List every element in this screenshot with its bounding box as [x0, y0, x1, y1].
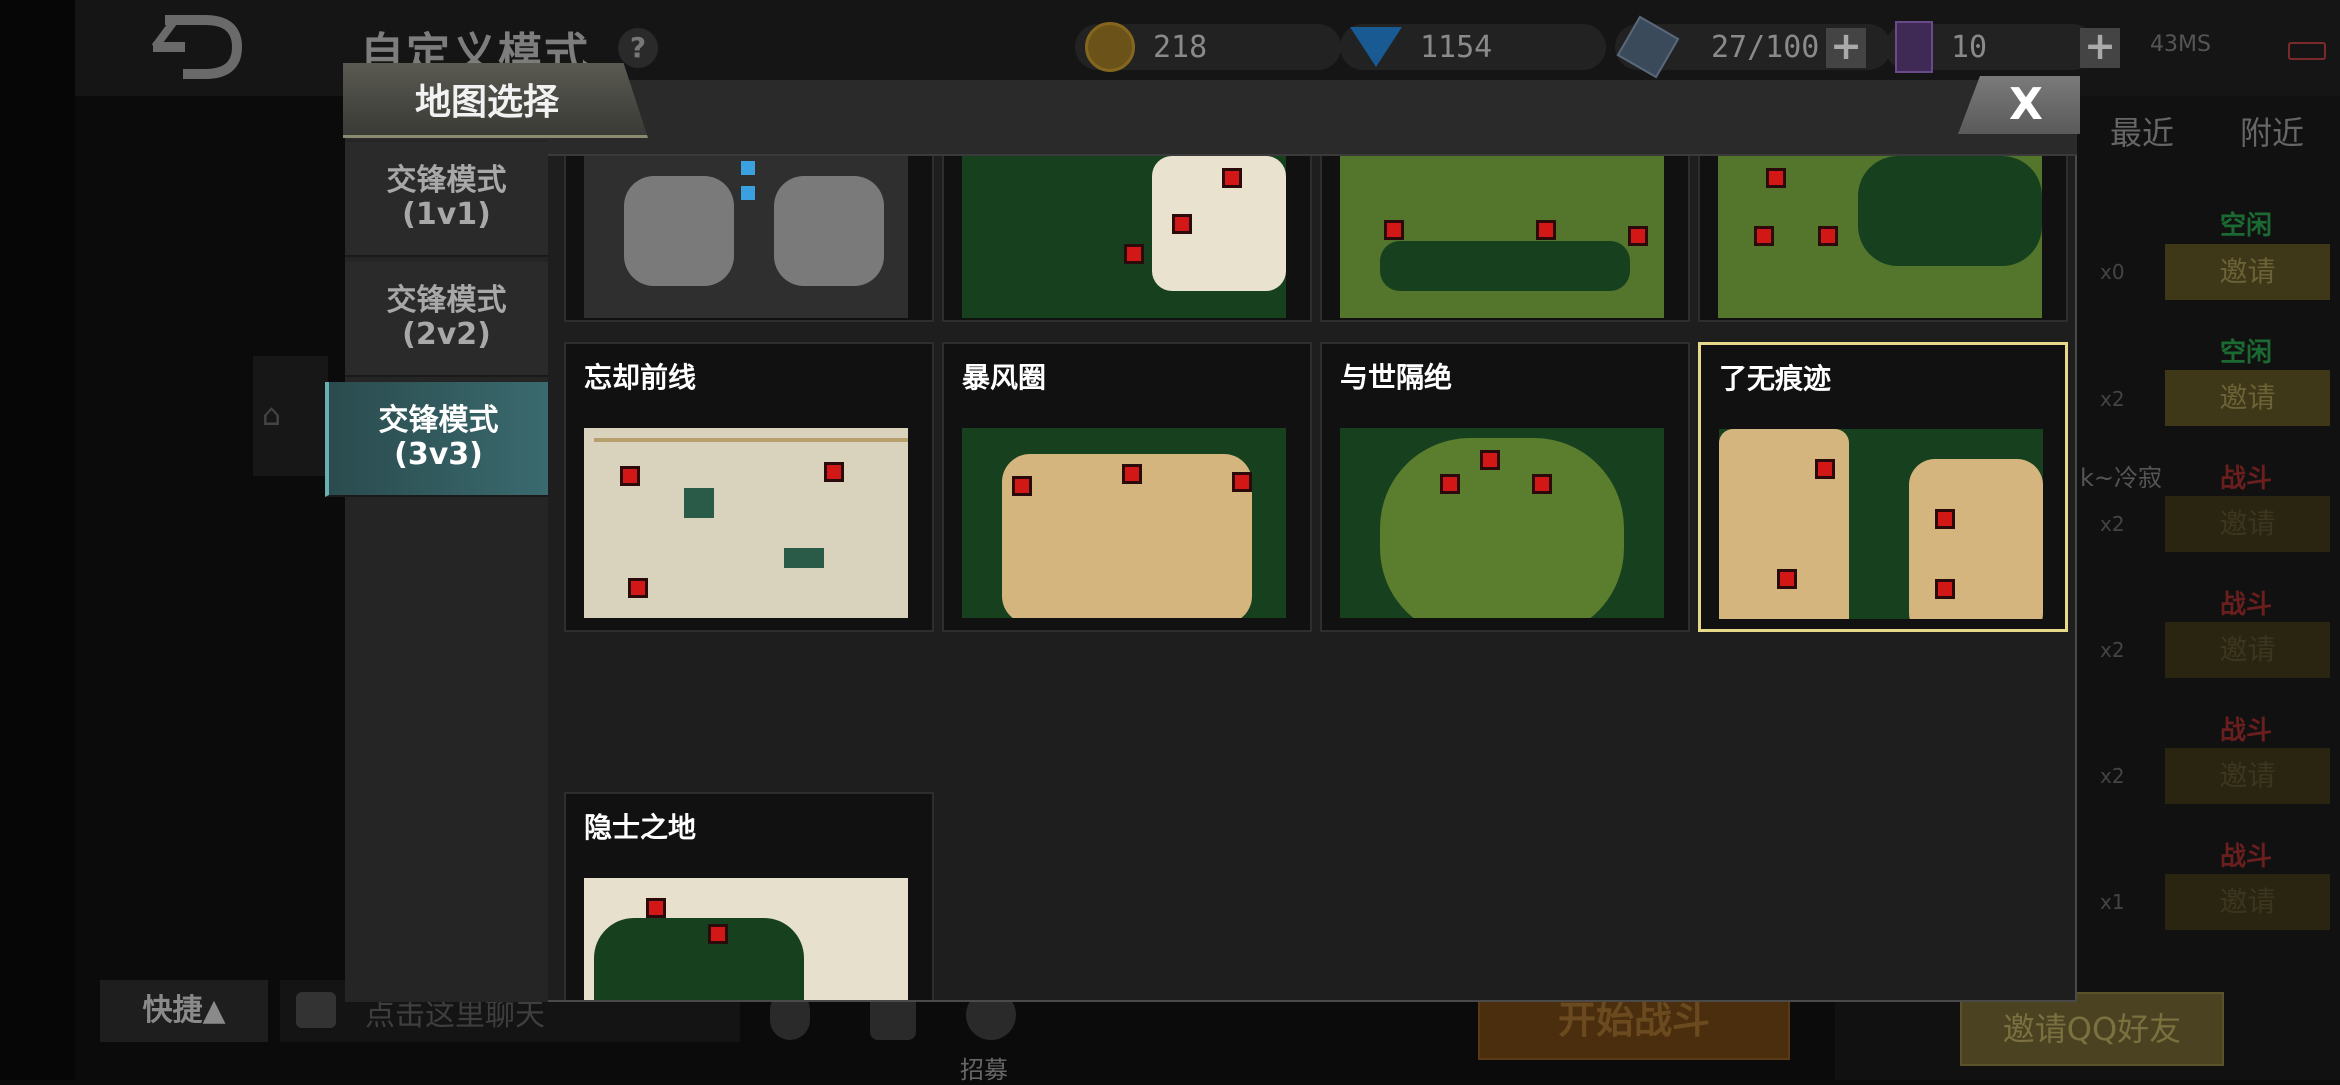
back-button[interactable] [145, 12, 245, 82]
friend-count: x1 [2100, 890, 2125, 914]
map-thumbnail [584, 878, 908, 1000]
map-thumbnail [1718, 156, 2042, 318]
mode-tab-sublabel: (3v3) [394, 437, 483, 472]
mode-tab-sublabel: (2v2) [402, 317, 491, 352]
friend-name: k~冷寂 [2080, 464, 2163, 492]
friend-status: 空闲 [2220, 211, 2273, 241]
map-card[interactable] [564, 156, 934, 322]
map-card[interactable]: 与世隔绝 [1320, 342, 1690, 632]
friend-count: x2 [2100, 638, 2125, 662]
map-name: 与世隔绝 [1340, 361, 1453, 394]
friend-status: 战斗 [2220, 464, 2273, 494]
invite-button[interactable]: 邀请 [2165, 622, 2330, 678]
map-grid: 忘却前线 暴风圈 与世隔绝 了无痕迹 隐士之地 [560, 156, 2075, 1000]
map-card[interactable] [942, 156, 1312, 322]
cube-value: 27/100 [1711, 29, 1820, 65]
mode-tab-3v3[interactable]: 交锋模式 (3v3) [325, 382, 548, 497]
friend-status: 战斗 [2220, 716, 2273, 746]
mode-tab-2v2[interactable]: 交锋模式 (2v2) [345, 262, 548, 377]
invite-button[interactable]: 邀请 [2165, 748, 2330, 804]
card-icon [1895, 21, 1933, 73]
cube-icon [1616, 15, 1680, 79]
chat-icon [296, 992, 336, 1028]
map-name: 隐士之地 [584, 811, 697, 844]
map-thumbnail [1340, 156, 1664, 318]
map-name: 暴风圈 [962, 361, 1047, 394]
invite-button[interactable]: 邀请 [2165, 244, 2330, 300]
friend-count: x2 [2100, 512, 2125, 536]
gold-coin-icon [1085, 22, 1135, 72]
left-edge [0, 0, 75, 1080]
ping-text: 43MS [2150, 32, 2211, 57]
mode-tab-label: 交锋模式 [386, 163, 507, 198]
friend-status: 战斗 [2220, 590, 2273, 620]
invite-button[interactable]: 邀请 [2165, 496, 2330, 552]
friend-status: 战斗 [2220, 842, 2273, 872]
tab-nearby[interactable]: 附近 [2240, 108, 2304, 154]
tab-recent[interactable]: 最近 [2110, 108, 2174, 154]
friend-count: x2 [2100, 387, 2125, 411]
card-plus-button[interactable]: + [2080, 27, 2120, 68]
card-currency: 10 [1885, 21, 2096, 73]
map-thumbnail [962, 156, 1286, 318]
mode-tab-sublabel: (1v1) [402, 197, 491, 232]
home-icon[interactable]: ⌂ [262, 398, 281, 433]
battery-icon [2288, 42, 2326, 60]
card-value: 10 [1951, 29, 1988, 65]
map-name: 了无痕迹 [1719, 362, 1832, 395]
mode-tab-label: 交锋模式 [378, 403, 499, 438]
mode-tab-label: 交锋模式 [386, 283, 507, 318]
map-thumbnail [1340, 428, 1664, 618]
quick-button[interactable]: 快捷▲ [100, 980, 268, 1042]
gold-value: 218 [1153, 29, 1208, 65]
invite-qq-friends-button[interactable]: 邀请QQ好友 [1960, 992, 2224, 1066]
back-icon [151, 15, 243, 79]
friend-count: x2 [2100, 764, 2125, 788]
friend-status: 空闲 [2220, 338, 2273, 368]
map-thumbnail [584, 156, 908, 318]
map-card[interactable]: 暴风圈 [942, 342, 1312, 632]
map-card[interactable] [1320, 156, 1690, 322]
diamond-icon [1350, 27, 1402, 67]
map-thumbnail [584, 428, 908, 618]
friend-count: x0 [2100, 260, 2125, 284]
map-thumbnail [962, 428, 1286, 618]
invite-button[interactable]: 邀请 [2165, 370, 2330, 426]
help-icon[interactable]: ? [618, 28, 658, 68]
map-name: 忘却前线 [584, 361, 697, 394]
map-thumbnail [1719, 429, 2043, 619]
map-card[interactable]: 隐士之地 [564, 792, 934, 1000]
map-card[interactable]: 忘却前线 [564, 342, 934, 632]
invite-button[interactable]: 邀请 [2165, 874, 2330, 930]
map-card[interactable] [1698, 156, 2068, 322]
diamond-value: 1154 [1420, 29, 1493, 65]
diamond-currency: 1154 [1340, 22, 1606, 72]
gold-currency: 218 [1075, 22, 1341, 72]
map-card-selected[interactable]: 了无痕迹 [1698, 342, 2068, 632]
mode-tab-1v1[interactable]: 交锋模式 (1v1) [345, 142, 548, 257]
cube-plus-button[interactable]: + [1826, 27, 1866, 68]
modal-title: 地图选择 [415, 82, 560, 123]
